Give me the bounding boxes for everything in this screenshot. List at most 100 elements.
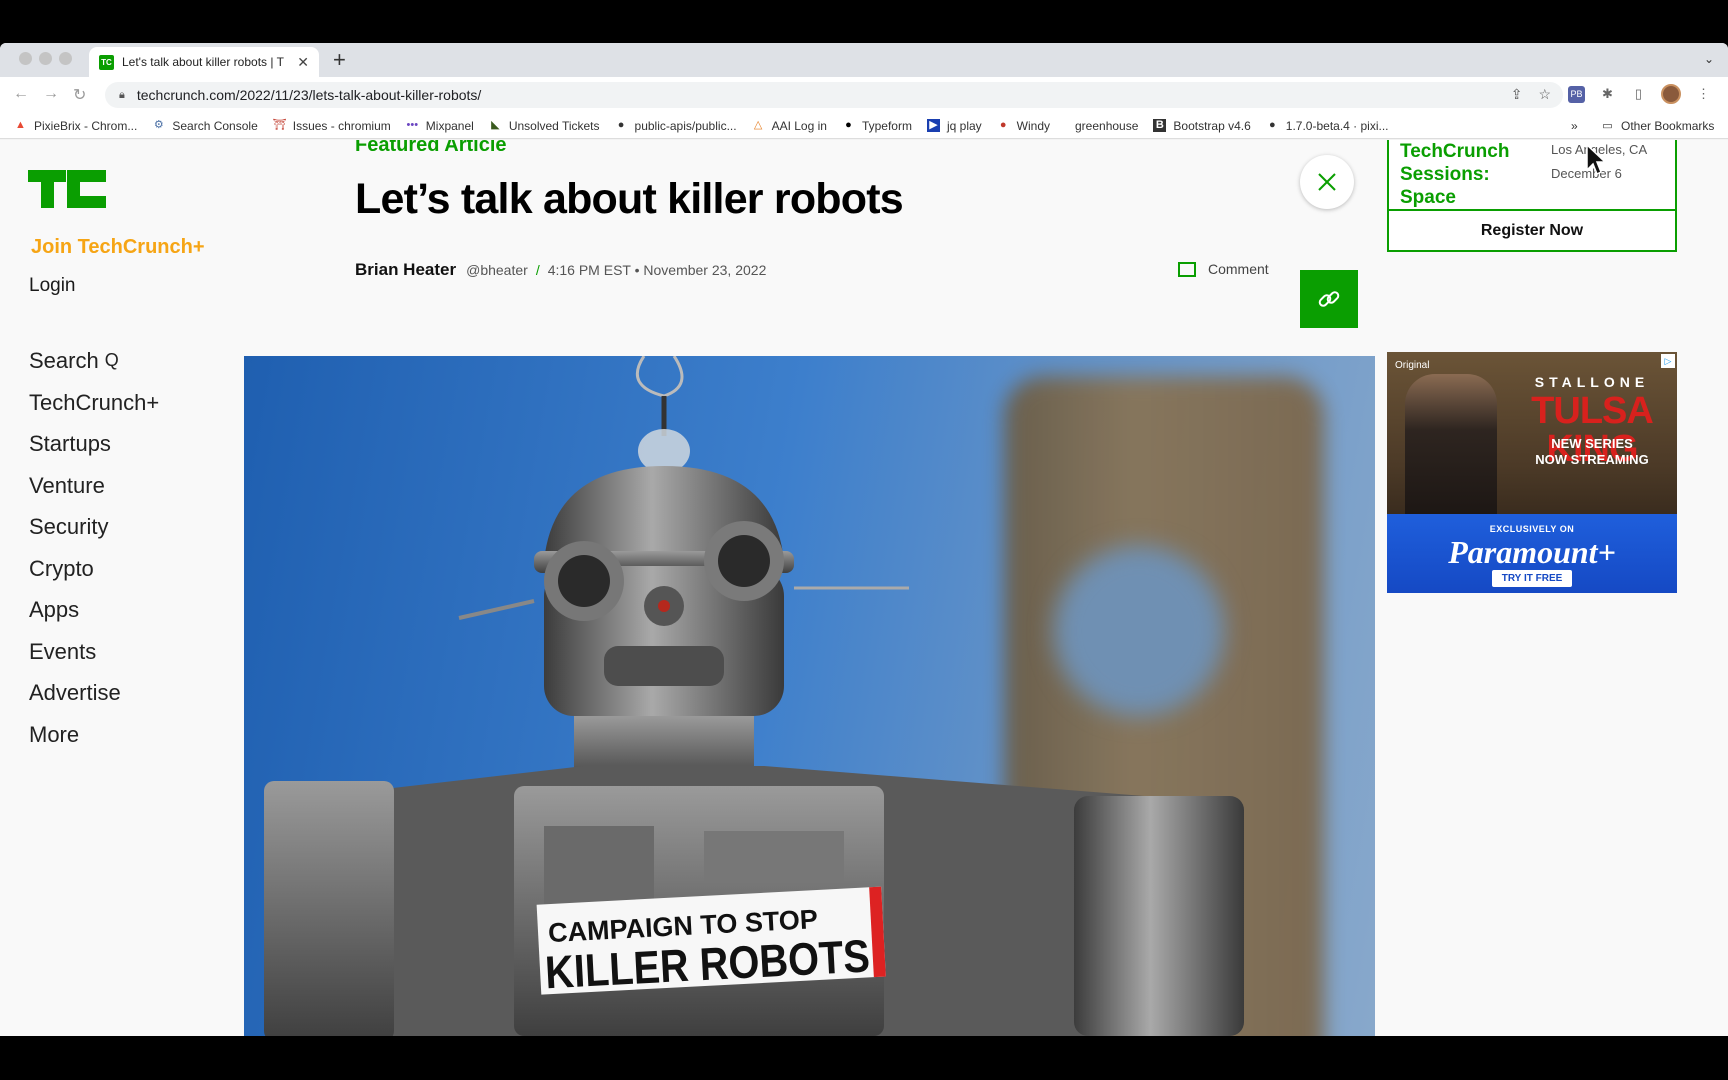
window-zoom-control[interactable] — [59, 52, 72, 65]
typeform-icon: ● — [845, 119, 852, 131]
ad-brand-logo: Paramount+ — [1448, 534, 1616, 570]
article-hero-image: CAMPAIGN TO STOP KILLER ROBOTS — [244, 356, 1375, 1036]
nav-item-apps[interactable]: Apps — [29, 589, 159, 631]
author-handle[interactable]: @bheater — [466, 262, 528, 278]
jq-play-icon: ▶ — [926, 119, 940, 132]
join-techcrunch-plus-link[interactable]: Join TechCrunch+ — [31, 236, 205, 259]
extensions-puzzle-icon[interactable]: ✱ — [1599, 86, 1616, 103]
nav-item-security[interactable]: Security — [29, 506, 159, 548]
bookmark-star-icon[interactable]: ☆ — [1538, 86, 1551, 103]
chromium-issues-icon: ⛩ — [272, 119, 287, 131]
ad-star-name: STALLONE — [1534, 374, 1650, 390]
advertisement-banner[interactable]: Original ▷ STALLONE TULSA KING NEW SERIE… — [1387, 352, 1677, 593]
nav-item-crypto[interactable]: Crypto — [29, 548, 159, 590]
close-share-button[interactable] — [1300, 155, 1354, 209]
nav-item-techcrunch-plus[interactable]: TechCrunch+ — [29, 382, 159, 424]
nav-item-advertise[interactable]: Advertise — [29, 672, 159, 714]
ad-try-free-button[interactable]: TRY IT FREE — [1492, 570, 1572, 587]
nav-item-events[interactable]: Events — [29, 631, 159, 673]
search-console-icon: ⚙ — [153, 119, 164, 131]
bookmark-aai-login[interactable]: △ AAI Log in — [752, 119, 827, 133]
bookmark-jq-play[interactable]: ▶ jq play — [926, 119, 982, 133]
article-kicker[interactable]: Featured Article — [355, 140, 507, 157]
forward-arrow-icon[interactable]: → — [43, 85, 59, 103]
event-name[interactable]: TechCrunch Sessions: Space — [1400, 140, 1509, 209]
nav-item-startups[interactable]: Startups — [29, 423, 159, 465]
bootstrap-icon: B — [1153, 119, 1167, 132]
browser-menu-icon[interactable]: ⋮ — [1695, 86, 1712, 103]
github-icon: ● — [1268, 119, 1276, 131]
browser-tab-active[interactable]: TC Let's talk about killer robots | T ✕ — [89, 47, 319, 77]
window-minimize-control[interactable] — [39, 52, 52, 65]
comment-label: Comment — [1208, 261, 1269, 277]
bookmark-typeform[interactable]: ● Typeform — [842, 119, 912, 133]
comment-button[interactable]: Comment — [1178, 261, 1269, 277]
nav-item-search[interactable]: Search Q — [29, 340, 159, 382]
article-title: Let’s talk about killer robots — [355, 175, 904, 223]
bookmark-pixi-release[interactable]: ● 1.7.0-beta.4 · pixi... — [1266, 119, 1389, 133]
nav-item-more[interactable]: More — [29, 714, 159, 756]
github-icon: ● — [617, 119, 625, 131]
aai-icon: △ — [753, 119, 763, 131]
bookmark-unsolved-tickets[interactable]: ◣ Unsolved Tickets — [489, 119, 599, 133]
ad-photo-area: Original ▷ STALLONE TULSA KING NEW SERIE… — [1387, 352, 1677, 514]
tab-title: Let's talk about killer robots | T — [122, 55, 284, 69]
back-arrow-icon[interactable]: ← — [13, 85, 29, 103]
comment-icon — [1178, 261, 1196, 277]
page-content: Join TechCrunch+ Login Search Q TechCrunc… — [0, 140, 1728, 1036]
event-promo-card[interactable]: TechCrunch Sessions: Space Los Angeles, … — [1387, 140, 1677, 252]
zendesk-icon: ◣ — [491, 119, 500, 131]
share-icon[interactable]: ⇪ — [1511, 86, 1523, 103]
bookmarks-bar: ▲ PixieBrix - Chrom... ⚙ Search Console ⛩ I… — [0, 113, 1728, 139]
windy-icon: ● — [999, 119, 1007, 131]
register-now-button[interactable]: Register Now — [1389, 209, 1675, 250]
reload-icon[interactable]: ↻ — [73, 85, 86, 105]
ad-exclusive-label: EXCLUSIVELY ON — [1489, 524, 1575, 534]
tab-strip: TC Let's talk about killer robots | T ✕ … — [0, 43, 1728, 77]
ad-streaming-area: EXCLUSIVELY ON Paramount+ TRY IT FREE — [1387, 514, 1677, 593]
ad-network-label: Original — [1395, 360, 1430, 371]
article-byline: Brian Heater @bheater / 4:16 PM EST • No… — [355, 260, 766, 280]
adchoices-icon[interactable]: ▷ — [1661, 354, 1675, 368]
bookmark-mixpanel[interactable]: ••• Mixpanel — [406, 119, 474, 133]
bookmark-windy[interactable]: ● Windy — [997, 119, 1050, 133]
side-panel-icon[interactable]: ▯ — [1630, 86, 1647, 103]
profile-avatar[interactable] — [1661, 84, 1681, 104]
window-close-control[interactable] — [19, 52, 32, 65]
lock-icon[interactable]: 🔒︎ — [119, 89, 125, 102]
byline-separator: / — [535, 262, 540, 278]
bookmark-greenhouse[interactable]: greenhouse — [1075, 119, 1138, 133]
search-icon: Q — [104, 350, 119, 370]
tab-close-icon[interactable]: ✕ — [297, 54, 309, 71]
browser-toolbar: ← → ↻ 🔒︎ techcrunch.com/2022/11/23/lets-… — [0, 77, 1728, 113]
bookmark-chromium-issues[interactable]: ⛩ Issues - chromium — [273, 119, 391, 133]
login-link[interactable]: Login — [29, 275, 76, 297]
side-navigation: Search Q TechCrunch+ Startups Venture Sec… — [29, 340, 159, 755]
url-text[interactable]: techcrunch.com/2022/11/23/lets-talk-abou… — [137, 87, 481, 103]
tab-search-chevron-icon[interactable]: ⌄ — [1704, 52, 1714, 66]
pixiebrix-icon: ▲ — [15, 119, 26, 131]
close-x-icon — [1318, 173, 1336, 191]
link-chain-icon — [1318, 291, 1340, 307]
ad-actor-figure — [1405, 374, 1497, 514]
other-bookmarks-folder[interactable]: ▭ Other Bookmarks — [1601, 119, 1714, 133]
address-bar[interactable]: 🔒︎ techcrunch.com/2022/11/23/lets-talk-a… — [105, 82, 1563, 108]
pixiebrix-extension-icon[interactable]: PB — [1568, 85, 1585, 103]
new-tab-button[interactable]: + — [333, 47, 346, 73]
robot-illustration: CAMPAIGN TO STOP KILLER ROBOTS — [264, 356, 1244, 1036]
techcrunch-favicon-icon: TC — [99, 54, 114, 70]
article-timestamp: 4:16 PM EST • November 23, 2022 — [547, 262, 767, 278]
nav-item-venture[interactable]: Venture — [29, 465, 159, 507]
mouse-cursor-icon — [1586, 144, 1607, 176]
techcrunch-logo[interactable] — [28, 170, 106, 208]
bookmark-pixiebrix[interactable]: ▲ PixieBrix - Chrom... — [14, 119, 137, 133]
copy-link-button[interactable] — [1300, 270, 1358, 328]
bookmarks-overflow-chevron[interactable]: » — [1571, 119, 1578, 133]
browser-window: TC Let's talk about killer robots | T ✕ … — [0, 43, 1728, 1036]
author-name[interactable]: Brian Heater — [355, 260, 456, 280]
bookmark-bootstrap[interactable]: B Bootstrap v4.6 — [1153, 119, 1251, 133]
bookmark-public-apis[interactable]: ● public-apis/public... — [615, 119, 737, 133]
mixpanel-icon: ••• — [406, 119, 419, 131]
folder-icon: ▭ — [1602, 119, 1613, 132]
bookmark-search-console[interactable]: ⚙ Search Console — [152, 119, 258, 133]
